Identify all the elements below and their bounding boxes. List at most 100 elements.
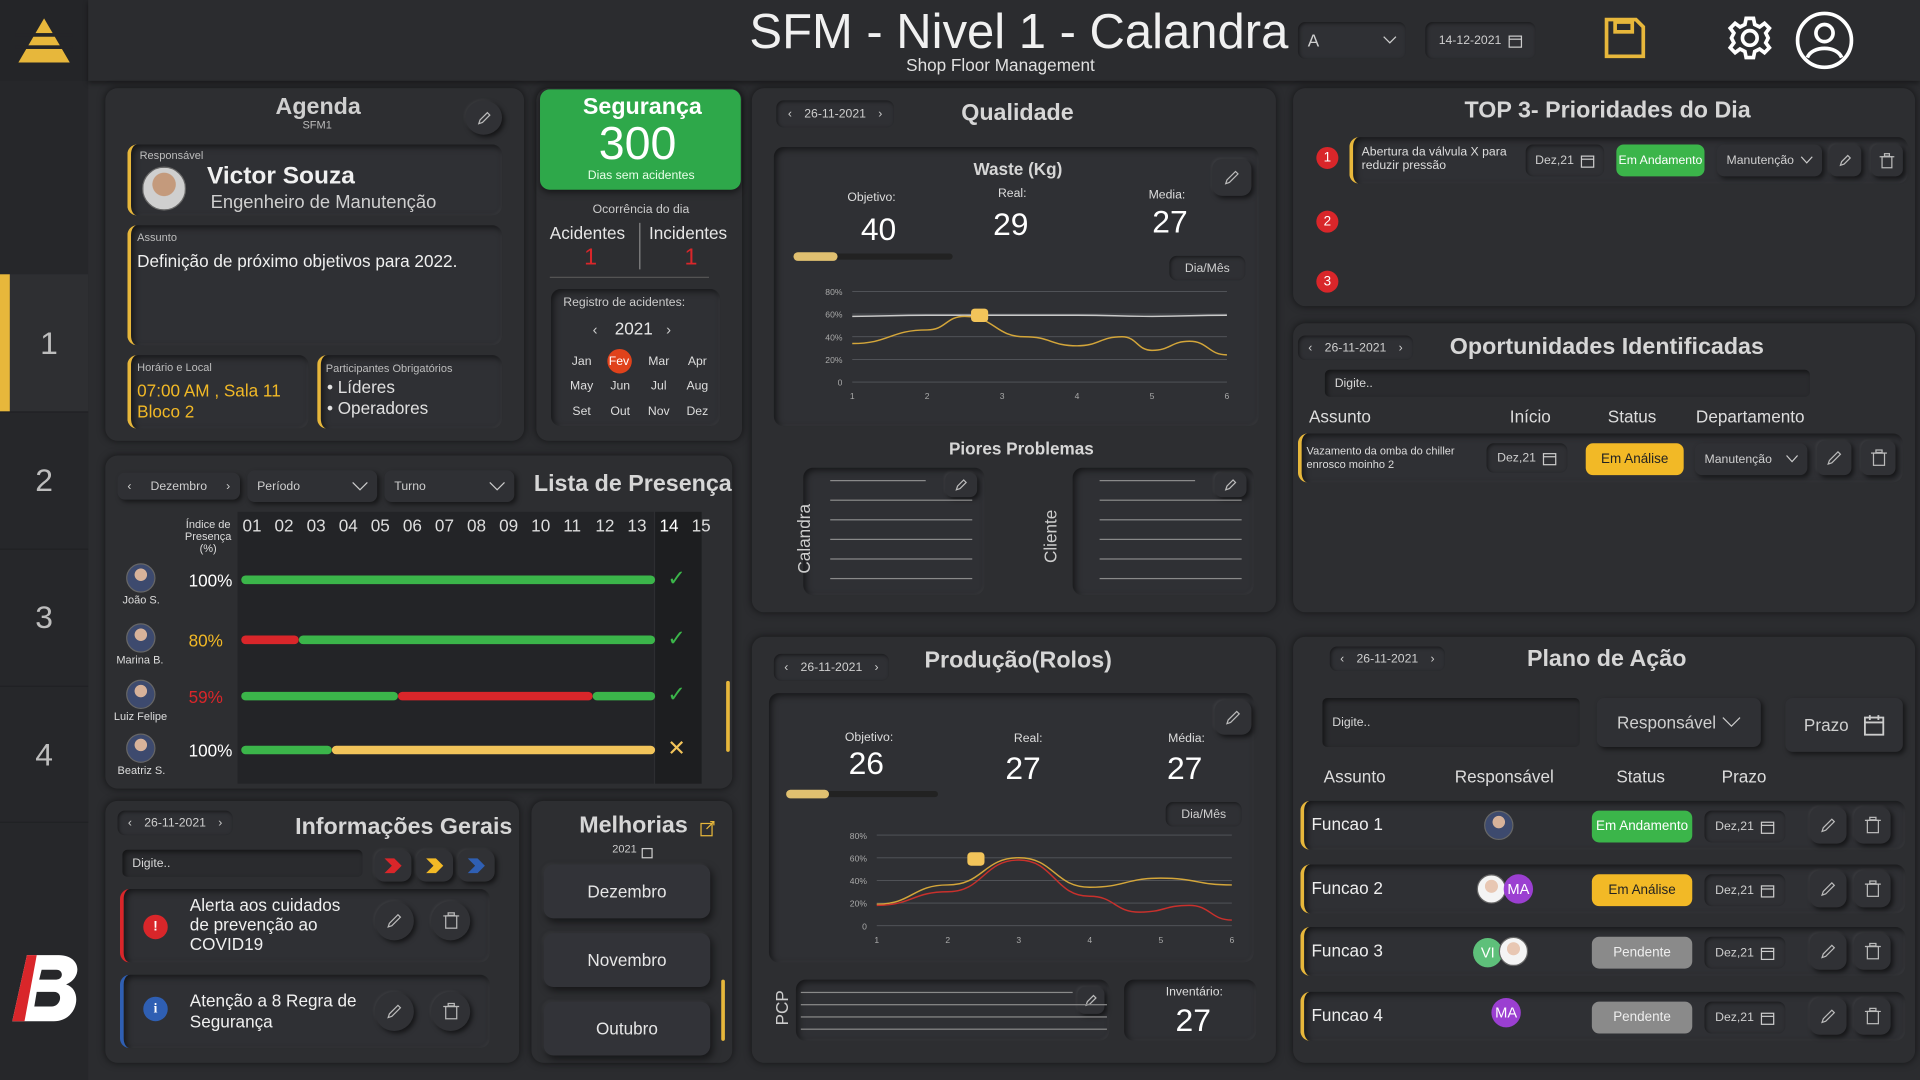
check-icon: ✓ bbox=[667, 682, 686, 707]
melhorias-calendar-icon[interactable] bbox=[641, 842, 653, 864]
info-delete-button[interactable] bbox=[431, 991, 471, 1032]
plano-edit-button[interactable] bbox=[1809, 997, 1847, 1035]
info-delete-button[interactable] bbox=[431, 901, 471, 941]
presenca-scrollbar[interactable] bbox=[726, 680, 730, 752]
melhoria-month-button[interactable]: Outubro bbox=[543, 1001, 711, 1056]
oportunidade-date-picker[interactable]: Dez,21 bbox=[1486, 443, 1568, 473]
pcp-edit-button[interactable] bbox=[1077, 986, 1105, 1014]
accident-month[interactable]: Jan bbox=[568, 351, 595, 371]
oportunidade-edit-button[interactable] bbox=[1817, 440, 1852, 476]
agenda-edit-button[interactable] bbox=[465, 100, 503, 135]
plano-delete-button[interactable] bbox=[1853, 870, 1891, 908]
plano-delete-button[interactable] bbox=[1853, 933, 1891, 970]
priority-delete-button[interactable] bbox=[1871, 144, 1903, 177]
filter-red-button[interactable] bbox=[374, 849, 412, 882]
plano-status-badge[interactable]: Em Andamento bbox=[1591, 810, 1693, 843]
sidebar-item-3[interactable]: 3 bbox=[0, 548, 89, 686]
plano-edit-button[interactable] bbox=[1809, 870, 1847, 908]
cliente-edit-button[interactable] bbox=[1214, 472, 1247, 498]
priority-edit-button[interactable] bbox=[1829, 144, 1862, 177]
plano-date: 26-11-2021 bbox=[1356, 652, 1419, 666]
accident-month[interactable]: Apr bbox=[684, 351, 711, 371]
chart-marker[interactable] bbox=[967, 852, 985, 866]
melhorias-export-icon[interactable] bbox=[700, 820, 715, 842]
user-profile-icon[interactable] bbox=[1795, 11, 1854, 76]
chart-marker[interactable] bbox=[971, 308, 989, 323]
sidebar-item-1[interactable]: 1 bbox=[0, 274, 89, 412]
waste-period-button[interactable]: Dia/Mês bbox=[1169, 255, 1246, 281]
melhorias-scrollbar[interactable] bbox=[721, 979, 725, 1041]
accident-month[interactable]: Nov bbox=[645, 402, 672, 422]
sidebar-item-2[interactable]: 2 bbox=[0, 411, 89, 549]
waste-edit-button[interactable] bbox=[1212, 159, 1252, 196]
waste-real-value: 29 bbox=[993, 205, 1029, 243]
year-next-button[interactable]: › bbox=[666, 321, 671, 338]
plano-date-nav[interactable]: ‹ 26-11-2021 › bbox=[1329, 646, 1445, 672]
presenca-month-nav[interactable]: ‹ Dezembro › bbox=[117, 472, 241, 500]
melhoria-month-button[interactable]: Dezembro bbox=[543, 864, 711, 919]
melhoria-month-button[interactable]: Novembro bbox=[543, 933, 711, 987]
producao-date-nav[interactable]: ‹ 26-11-2021 › bbox=[773, 653, 889, 681]
presenca-turno-select[interactable]: Turno bbox=[384, 470, 515, 503]
informacoes-search-input[interactable]: Digite.. bbox=[122, 849, 363, 877]
responsavel-avatar bbox=[1476, 874, 1507, 904]
producao-date: 26-11-2021 bbox=[800, 660, 863, 675]
accident-month[interactable]: May bbox=[568, 377, 595, 397]
oportunidade-status-badge[interactable]: Em Análise bbox=[1585, 443, 1684, 476]
priority-date-picker[interactable]: Dez,21 bbox=[1525, 144, 1605, 177]
qualidade-date-nav[interactable]: ‹ 26-11-2021 › bbox=[776, 100, 894, 128]
accident-month[interactable]: Out bbox=[607, 402, 634, 422]
save-icon[interactable] bbox=[1604, 17, 1646, 65]
priority-dept-select[interactable]: Manutenção bbox=[1716, 144, 1823, 177]
plano-responsavel-select[interactable]: Responsável bbox=[1596, 697, 1761, 747]
oportunidade-dept-select[interactable]: Manutenção bbox=[1694, 443, 1808, 476]
plano-delete-button[interactable] bbox=[1853, 806, 1891, 844]
accident-month[interactable]: Set bbox=[568, 402, 595, 422]
plano-edit-button[interactable] bbox=[1809, 933, 1847, 970]
chevron-down-icon bbox=[352, 481, 368, 491]
plano-date-picker[interactable]: Dez,21 bbox=[1704, 810, 1786, 843]
producao-edit-button[interactable] bbox=[1214, 700, 1252, 735]
trash-icon bbox=[1864, 1007, 1881, 1025]
accident-month[interactable]: Mar bbox=[645, 351, 672, 371]
oportunidades-search-input[interactable]: Digite.. bbox=[1324, 369, 1810, 397]
info-edit-button[interactable] bbox=[374, 991, 414, 1032]
accident-month[interactable]: Aug bbox=[684, 377, 711, 397]
accident-month[interactable]: Dez bbox=[684, 402, 711, 422]
plano-date-picker[interactable]: Dez,21 bbox=[1704, 1001, 1786, 1034]
op-col-assunto: Assunto bbox=[1308, 406, 1371, 427]
oportunidade-delete-button[interactable] bbox=[1861, 440, 1896, 476]
filter-blue-button[interactable] bbox=[457, 849, 495, 882]
filter-yellow-button[interactable] bbox=[416, 849, 454, 882]
plano-edit-button[interactable] bbox=[1809, 806, 1847, 844]
registro-label: Registro de acidentes: bbox=[563, 296, 686, 310]
oportunidades-date-nav[interactable]: ‹ 26-11-2021 › bbox=[1297, 335, 1414, 361]
y-tick-label: 60% bbox=[850, 853, 868, 863]
plano-date-picker[interactable]: Dez,21 bbox=[1704, 874, 1786, 907]
calandra-edit-button[interactable] bbox=[945, 472, 978, 498]
calendar-icon bbox=[1761, 947, 1775, 960]
settings-gear-icon[interactable] bbox=[1727, 15, 1774, 68]
plano-search-input[interactable]: Digite.. bbox=[1322, 697, 1580, 747]
producao-period-button[interactable]: Dia/Mês bbox=[1165, 802, 1242, 827]
plano-prazo-button[interactable]: Prazo bbox=[1785, 697, 1903, 752]
sidebar-item-4[interactable]: 4 bbox=[0, 685, 89, 823]
shift-select[interactable]: A bbox=[1297, 22, 1406, 59]
informacoes-date-nav[interactable]: ‹ 26-11-2021 › bbox=[117, 810, 233, 836]
plano-delete-button[interactable] bbox=[1853, 997, 1891, 1035]
presenca-periodo-select[interactable]: Período bbox=[247, 470, 378, 503]
accident-month[interactable]: Jun bbox=[607, 377, 634, 397]
plano-status-badge[interactable]: Pendente bbox=[1591, 936, 1693, 969]
plano-status-badge[interactable]: Em Análise bbox=[1591, 874, 1693, 907]
chevron-down-icon bbox=[1786, 455, 1799, 463]
header-date-picker[interactable]: 14-12-2021 bbox=[1425, 22, 1536, 59]
accident-month[interactable]: Fev bbox=[606, 348, 632, 374]
accident-month[interactable]: Jul bbox=[645, 377, 672, 397]
plano-status-badge[interactable]: Pendente bbox=[1591, 1001, 1693, 1034]
plano-date-picker[interactable]: Dez,21 bbox=[1704, 936, 1786, 969]
ocorrencia-divider bbox=[639, 222, 641, 270]
day-header: 09 bbox=[499, 515, 519, 536]
info-edit-button[interactable] bbox=[374, 901, 414, 941]
year-prev-button[interactable]: ‹ bbox=[593, 321, 598, 338]
priority-status-badge[interactable]: Em Andamento bbox=[1616, 144, 1705, 177]
